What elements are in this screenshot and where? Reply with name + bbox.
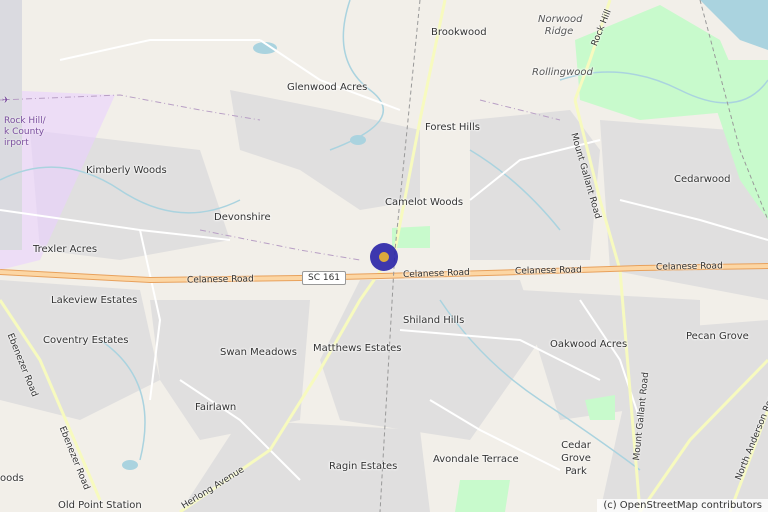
place-forest-hills: Forest Hills [425, 122, 480, 133]
place-camelot-woods: Camelot Woods [385, 197, 464, 208]
map-canvas[interactable]: Brookwood Norwood Ridge Rollingwood Glen… [0, 0, 768, 512]
place-brookwood: Brookwood [431, 27, 487, 38]
place-shiland-hills: Shiland Hills [403, 315, 465, 326]
place-swan-meadows: Swan Meadows [220, 347, 297, 358]
airport-label-line-1: Rock Hill/ [4, 116, 46, 126]
location-marker[interactable] [370, 243, 398, 271]
airport-label-line-2: k County [4, 127, 45, 137]
road-label-celanese-1: Celanese Road [186, 274, 254, 286]
route-shield-sc161: SC 161 [302, 271, 347, 285]
place-devonshire: Devonshire [214, 212, 271, 223]
place-pecan-grove: Pecan Grove [686, 331, 749, 342]
place-fairlawn: Fairlawn [195, 402, 237, 413]
place-oods: oods [0, 473, 24, 484]
place-ragin-estates: Ragin Estates [329, 461, 398, 472]
place-glenwood-acres: Glenwood Acres [287, 82, 368, 93]
place-matthews-estates: Matthews Estates [313, 343, 402, 354]
place-rollingwood: Rollingwood [532, 67, 593, 78]
airport-label-line-3: irport [4, 138, 29, 148]
location-marker-center [379, 252, 389, 262]
place-lakeview-estates: Lakeview Estates [51, 295, 138, 306]
place-norwood-ridge: Norwood Ridge [538, 14, 583, 37]
map-attribution[interactable]: (c) OpenStreetMap contributors [597, 499, 768, 512]
place-cedar-grove-park: Cedar Grove Park [561, 440, 591, 477]
place-old-point-station: Old Point Station [58, 500, 142, 511]
place-coventry-estates: Coventry Estates [43, 335, 129, 346]
road-label-celanese-4: Celanese Road [655, 261, 723, 273]
place-avondale-terrace: Avondale Terrace [433, 454, 519, 465]
road-label-celanese-3: Celanese Road [514, 265, 582, 277]
airport-icon: ✈ [2, 96, 10, 106]
place-oakwood-acres: Oakwood Acres [550, 339, 628, 350]
place-cedarwood: Cedarwood [674, 174, 731, 185]
place-trexler-acres: Trexler Acres [33, 244, 98, 255]
place-kimberly-woods: Kimberly Woods [86, 165, 167, 176]
